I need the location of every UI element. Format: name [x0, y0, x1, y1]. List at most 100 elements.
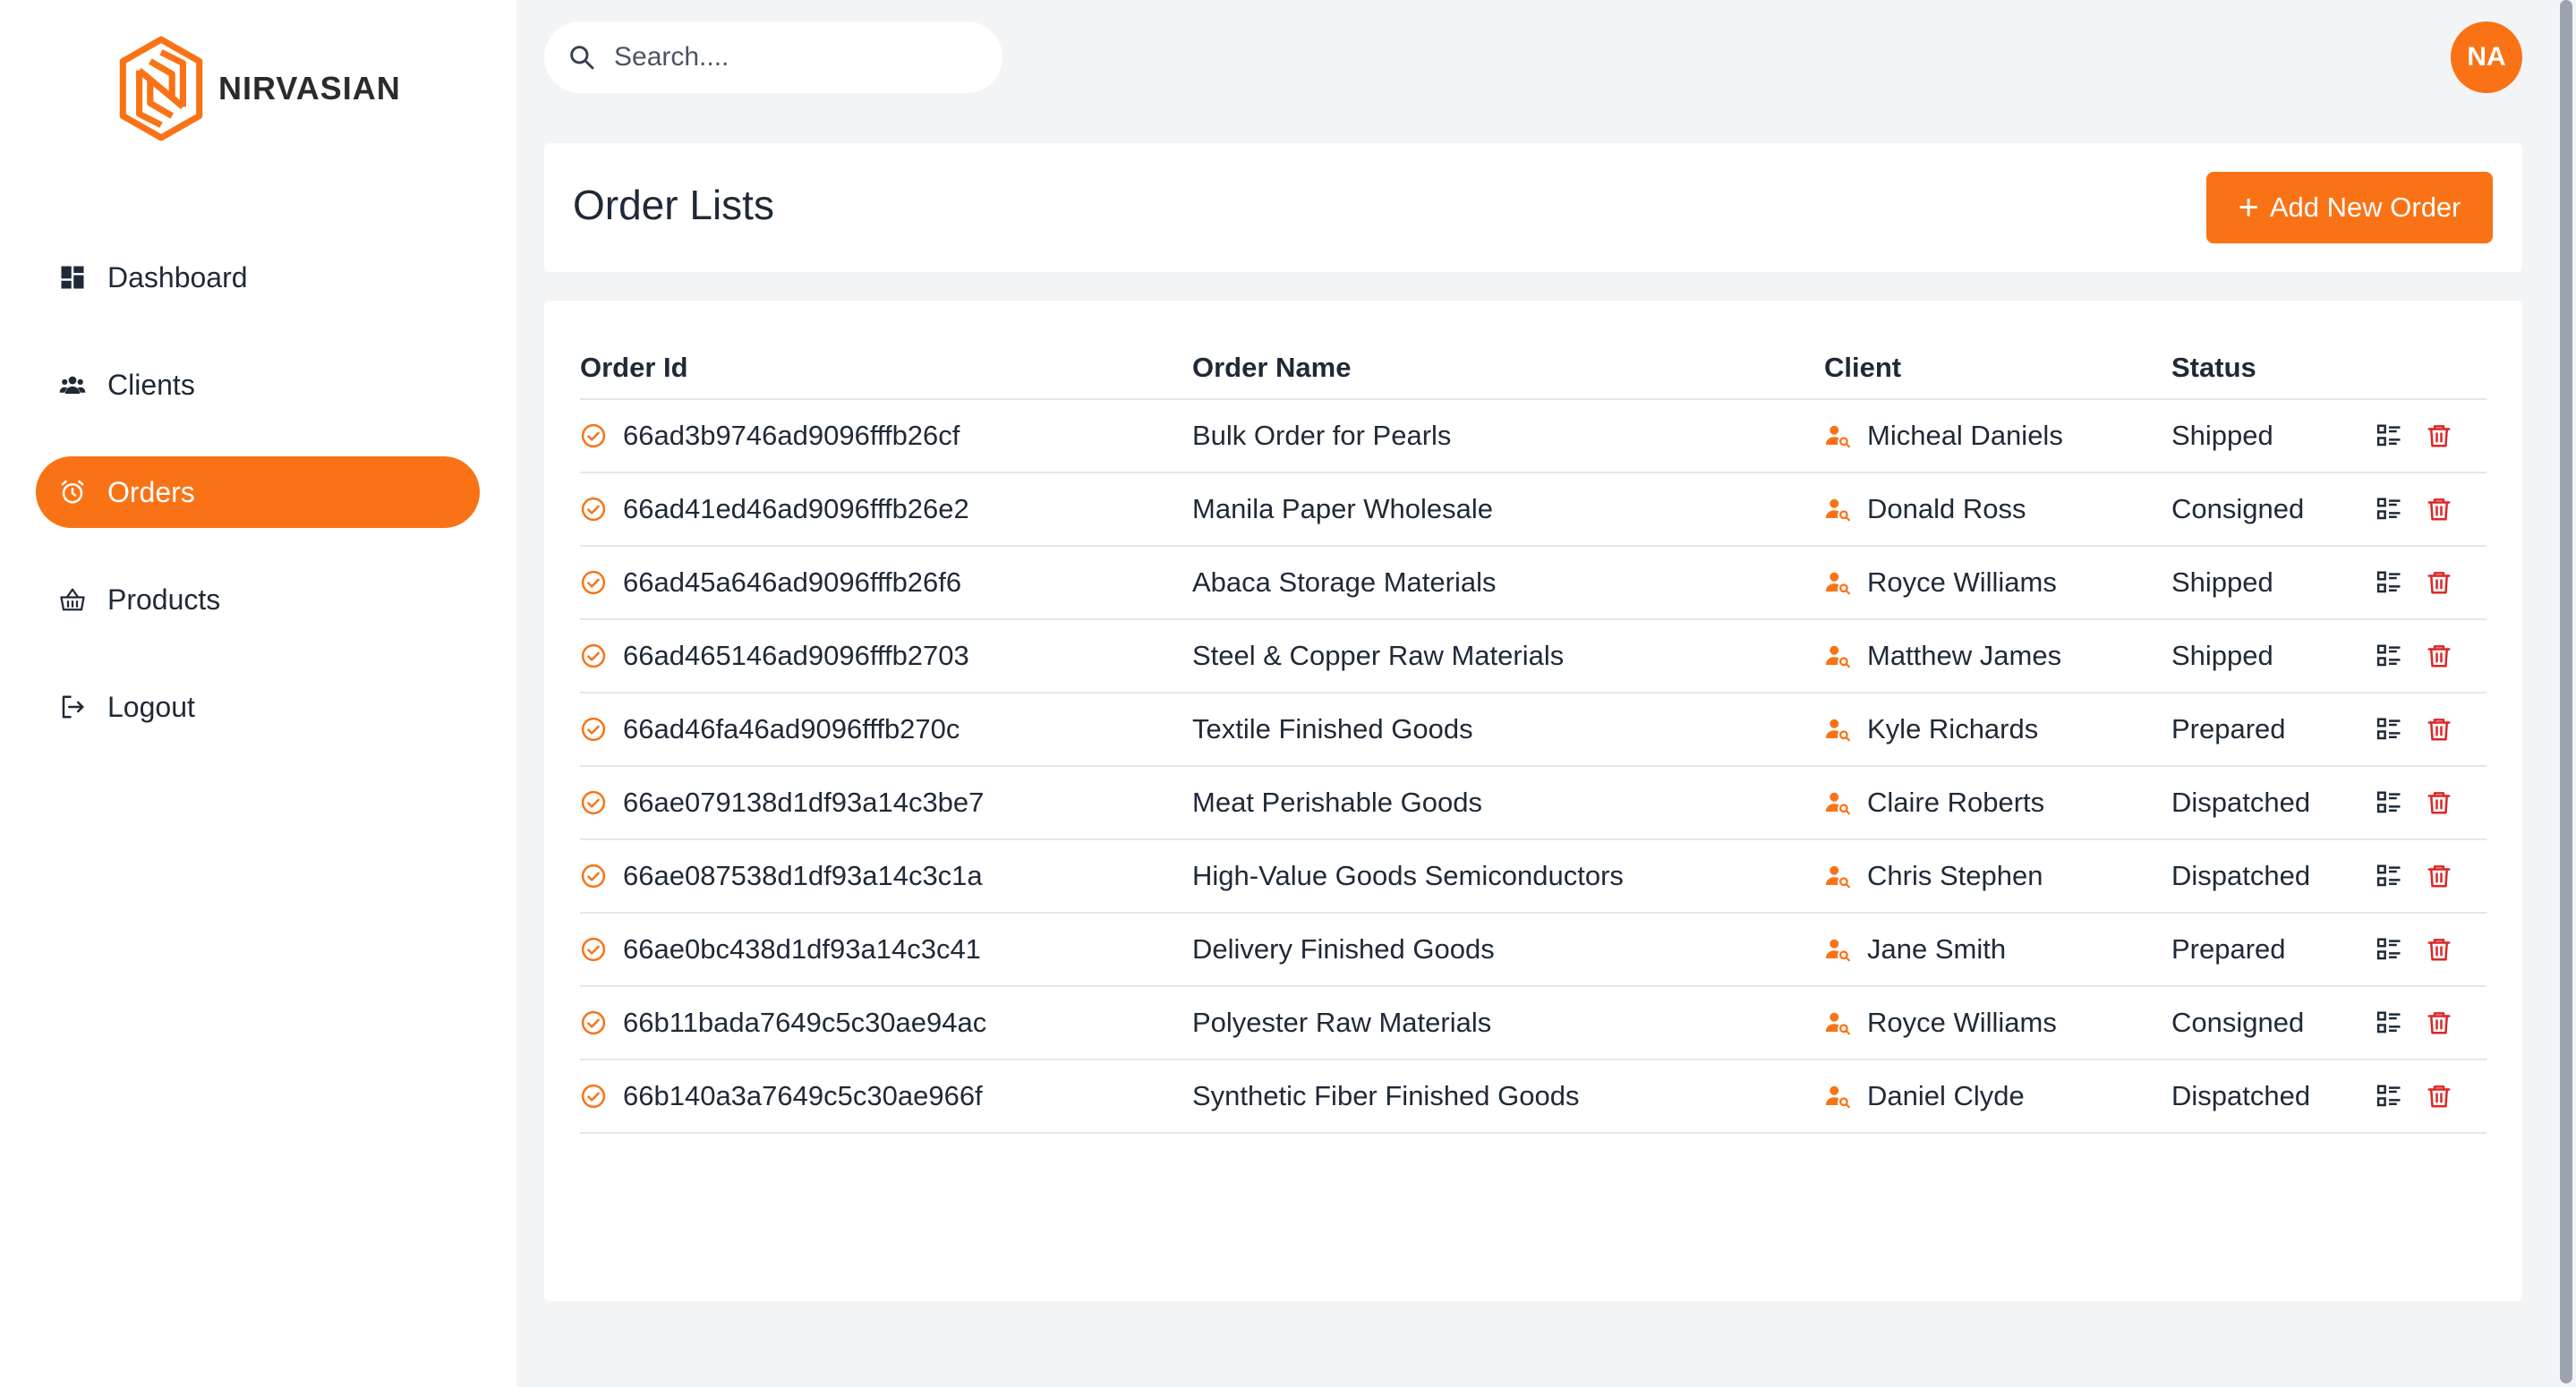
actions-cell	[2376, 472, 2486, 547]
order-id-cell: 66ad465146ad9096fffb2703	[580, 619, 1192, 694]
trash-icon[interactable]	[2426, 1009, 2452, 1036]
details-list-icon[interactable]	[2376, 789, 2402, 816]
order-id: 66ad46fa46ad9096fffb270c	[623, 713, 960, 745]
brand-name: NIRVASIAN	[218, 70, 401, 106]
column-header-status: Status	[2171, 336, 2376, 400]
order-name-cell: Meat Perishable Goods	[1192, 766, 1824, 840]
sidebar-item-label: Logout	[107, 690, 195, 723]
client-name: Jane Smith	[1867, 933, 2007, 965]
status-cell: Dispatched	[2171, 766, 2376, 840]
details-list-icon[interactable]	[2376, 422, 2402, 449]
sidebar-item-products[interactable]: Products	[36, 564, 480, 635]
trash-icon[interactable]	[2426, 936, 2452, 963]
table-row[interactable]: 66ad465146ad9096fffb2703 Steel & Copper …	[580, 619, 2486, 694]
details-list-icon[interactable]	[2376, 1083, 2402, 1110]
client-cell: Micheal Daniels	[1824, 399, 2171, 473]
user-search-icon	[1824, 496, 1851, 523]
table-row[interactable]: 66b11bada7649c5c30ae94ac Polyester Raw M…	[580, 986, 2486, 1060]
order-id-cell: 66ad46fa46ad9096fffb270c	[580, 693, 1192, 767]
details-list-icon[interactable]	[2376, 1009, 2402, 1036]
user-search-icon	[1824, 569, 1851, 596]
sidebar-item-orders[interactable]: Orders	[36, 456, 480, 528]
details-list-icon[interactable]	[2376, 863, 2402, 889]
status-cell: Shipped	[2171, 619, 2376, 694]
table-row[interactable]: 66ae0bc438d1df93a14c3c41 Delivery Finish…	[580, 913, 2486, 987]
client-name: Micheal Daniels	[1867, 420, 2063, 451]
trash-icon[interactable]	[2426, 569, 2452, 596]
details-list-icon[interactable]	[2376, 569, 2402, 596]
orders-table-card: Order Id Order Name Client Status 66ad3b…	[544, 301, 2522, 1301]
table-row[interactable]: 66ad45a646ad9096fffb26f6 Abaca Storage M…	[580, 546, 2486, 620]
table-row[interactable]: 66ad41ed46ad9096fffb26e2 Manila Paper Wh…	[580, 472, 2486, 547]
trash-icon[interactable]	[2426, 496, 2452, 523]
brand-logo[interactable]: NIRVASIAN	[113, 34, 401, 143]
details-list-icon[interactable]	[2376, 936, 2402, 963]
actions-cell	[2376, 693, 2486, 767]
trash-icon[interactable]	[2426, 1083, 2452, 1110]
status-cell: Prepared	[2171, 913, 2376, 987]
check-circle-icon	[580, 936, 607, 963]
client-cell: Donald Ross	[1824, 472, 2171, 547]
actions-cell	[2376, 399, 2486, 473]
check-circle-icon	[580, 422, 607, 449]
trash-icon[interactable]	[2426, 789, 2452, 816]
add-new-order-button[interactable]: + Add New Order	[2206, 172, 2493, 243]
column-header-actions	[2376, 336, 2486, 400]
client-cell: Matthew James	[1824, 619, 2171, 694]
details-list-icon[interactable]	[2376, 716, 2402, 743]
sidebar-item-logout[interactable]: Logout	[36, 671, 480, 743]
trash-icon[interactable]	[2426, 422, 2452, 449]
table-row[interactable]: 66ae087538d1df93a14c3c1a High-Value Good…	[580, 839, 2486, 914]
table-row[interactable]: 66b140a3a7649c5c30ae966f Synthetic Fiber…	[580, 1059, 2486, 1134]
column-header-order-name: Order Name	[1192, 336, 1824, 400]
client-name: Donald Ross	[1867, 493, 2026, 524]
order-id: 66ad45a646ad9096fffb26f6	[623, 566, 962, 598]
table-row[interactable]: 66ad3b9746ad9096fffb26cf Bulk Order for …	[580, 399, 2486, 473]
order-id: 66ae0bc438d1df93a14c3c41	[623, 933, 981, 965]
user-search-icon	[1824, 1009, 1851, 1036]
scrollbar-thumb[interactable]	[2560, 0, 2572, 1383]
trash-icon[interactable]	[2426, 642, 2452, 669]
order-name-cell: High-Value Goods Semiconductors	[1192, 839, 1824, 914]
details-list-icon[interactable]	[2376, 642, 2402, 669]
client-cell: Chris Stephen	[1824, 839, 2171, 914]
search-icon	[570, 46, 594, 70]
sidebar-item-dashboard[interactable]: Dashboard	[36, 242, 480, 313]
page-scrollbar[interactable]	[2556, 0, 2576, 1387]
user-search-icon	[1824, 716, 1851, 743]
users-icon	[57, 370, 88, 400]
trash-icon[interactable]	[2426, 863, 2452, 889]
status-cell: Dispatched	[2171, 839, 2376, 914]
column-header-order-id: Order Id	[580, 336, 1192, 400]
table-row[interactable]: 66ae079138d1df93a14c3be7 Meat Perishable…	[580, 766, 2486, 840]
table-header-row: Order Id Order Name Client Status	[580, 336, 2486, 400]
sidebar-item-clients[interactable]: Clients	[36, 349, 480, 421]
alarm-clock-icon	[57, 477, 88, 507]
sidebar: NIRVASIAN Dashboard Clients Orders Produ…	[0, 0, 516, 1387]
client-cell: Kyle Richards	[1824, 693, 2171, 767]
search-input[interactable]	[614, 42, 972, 72]
table-row[interactable]: 66ad46fa46ad9096fffb270c Textile Finishe…	[580, 693, 2486, 767]
order-id-cell: 66ae079138d1df93a14c3be7	[580, 766, 1192, 840]
actions-cell	[2376, 839, 2486, 914]
actions-cell	[2376, 986, 2486, 1060]
client-cell: Jane Smith	[1824, 913, 2171, 987]
user-search-icon	[1824, 642, 1851, 669]
user-search-icon	[1824, 936, 1851, 963]
status-cell: Dispatched	[2171, 1059, 2376, 1134]
column-header-client: Client	[1824, 336, 2171, 400]
client-name: Daniel Clyde	[1867, 1080, 2025, 1111]
check-circle-icon	[580, 569, 607, 596]
search-bar[interactable]	[544, 21, 1002, 93]
nirvasian-logo-icon	[119, 36, 203, 141]
order-id: 66b140a3a7649c5c30ae966f	[623, 1080, 983, 1111]
actions-cell	[2376, 619, 2486, 694]
sidebar-nav: Dashboard Clients Orders Products Logout	[36, 242, 480, 779]
details-list-icon[interactable]	[2376, 496, 2402, 523]
user-search-icon	[1824, 863, 1851, 889]
order-id: 66ad465146ad9096fffb2703	[623, 640, 969, 671]
trash-icon[interactable]	[2426, 716, 2452, 743]
order-name-cell: Synthetic Fiber Finished Goods	[1192, 1059, 1824, 1134]
status-cell: Shipped	[2171, 399, 2376, 473]
user-avatar[interactable]: NA	[2451, 21, 2522, 93]
